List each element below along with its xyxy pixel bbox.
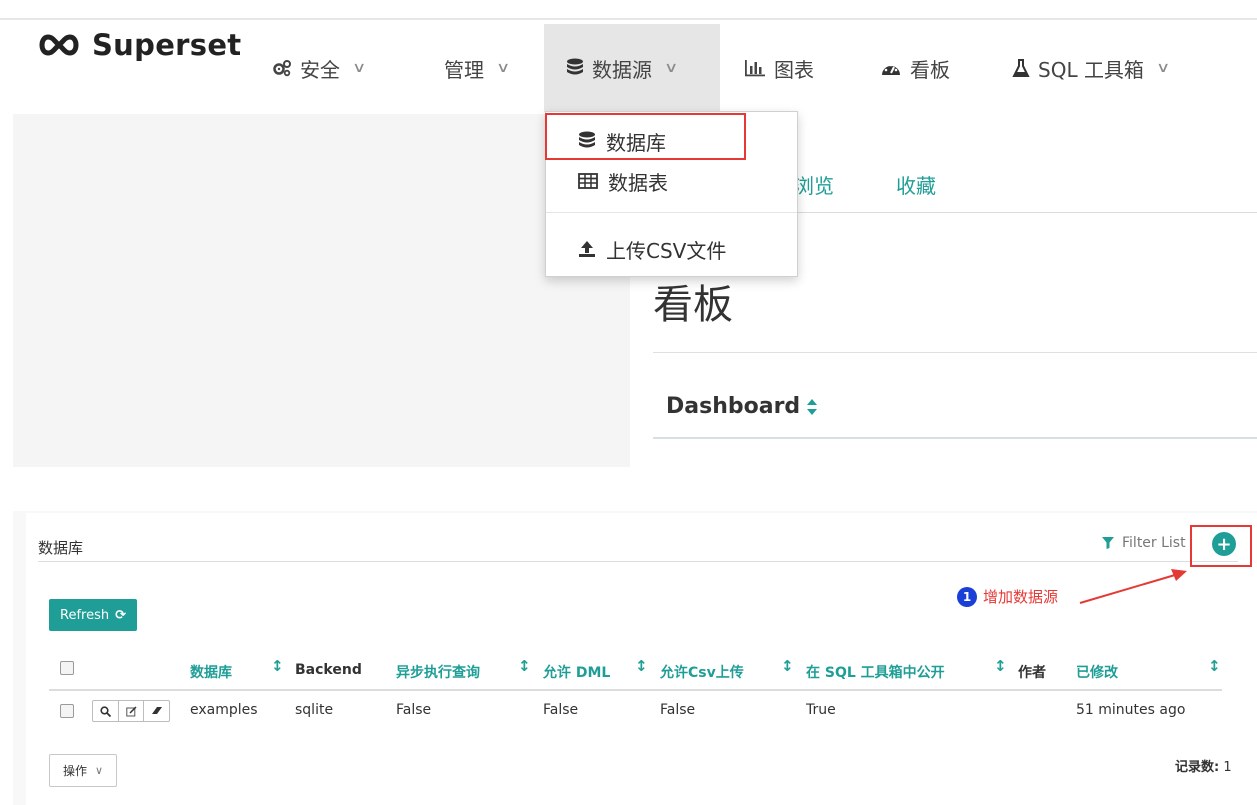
filter-list-button[interactable]: Filter List: [1102, 535, 1186, 551]
tab-favorites[interactable]: 收藏: [896, 170, 936, 199]
view-icon[interactable]: [93, 701, 119, 721]
delete-eraser-icon[interactable]: [144, 701, 169, 721]
cell-async: False: [396, 702, 432, 718]
annotation-text: 增加数据源: [983, 588, 1059, 606]
row-checkbox[interactable]: [60, 704, 74, 718]
column-header-async[interactable]: 异步执行查询: [396, 662, 480, 682]
dashboard-column-header[interactable]: Dashboard: [666, 394, 818, 419]
cell-modified: 51 minutes ago: [1076, 702, 1186, 718]
sort-icon[interactable]: ↕: [1208, 657, 1221, 675]
nav-manage-label: 管理: [444, 57, 484, 82]
annotation-number: 1: [957, 586, 977, 607]
actions-label: 操作: [62, 764, 87, 778]
cell-allow-dml: False: [543, 702, 579, 718]
sort-icon[interactable]: ↕: [635, 657, 648, 675]
chevron-down-icon: ∨: [663, 60, 679, 76]
brand[interactable]: Superset: [36, 28, 241, 62]
background-left-panel: [13, 114, 630, 467]
upload-icon: [579, 241, 595, 257]
filter-list-label: Filter List: [1122, 535, 1186, 551]
tab-browse[interactable]: 浏览: [794, 170, 834, 199]
nav-sqllab[interactable]: SQL 工具箱 ∨: [1012, 24, 1171, 112]
select-all-checkbox[interactable]: [60, 661, 74, 675]
column-header-database[interactable]: 数据库: [190, 662, 232, 682]
column-header-expose-sqllab[interactable]: 在 SQL 工具箱中公开: [806, 662, 945, 682]
filter-icon: [1102, 537, 1114, 549]
highlight-box-databases: [545, 113, 746, 160]
table-icon: [578, 173, 598, 189]
panel-title: 数据库: [38, 539, 84, 557]
sort-icon[interactable]: ↕: [781, 657, 794, 675]
dashboard-column-label: Dashboard: [666, 394, 801, 419]
refresh-button[interactable]: Refresh ⟳: [49, 599, 137, 631]
column-header-modified[interactable]: 已修改: [1076, 662, 1118, 682]
refresh-icon: ⟳: [115, 607, 126, 623]
edit-icon[interactable]: [119, 701, 145, 721]
nav-dashboards-label: 看板: [910, 57, 950, 82]
database-icon: [567, 58, 583, 75]
bar-chart-icon: [745, 60, 765, 77]
nav-security-label: 安全: [300, 57, 340, 82]
record-count: 记录数: 1: [1175, 756, 1232, 775]
dropdown-item-label: 上传CSV文件: [606, 238, 727, 263]
chevron-down-icon: ∨: [495, 60, 511, 76]
dashboard-header-rule: [653, 437, 1257, 439]
table-header-rule: [49, 689, 1222, 691]
chevron-down-icon: ∨: [94, 764, 104, 777]
nav-datasource-label: 数据源: [592, 57, 652, 82]
highlight-box-add: [1190, 525, 1252, 567]
nav-datasource[interactable]: 数据源 ∨: [544, 24, 720, 112]
sort-icon: [807, 398, 818, 415]
column-header-allow-dml[interactable]: 允许 DML: [543, 662, 610, 682]
record-count-value: 1: [1223, 760, 1232, 775]
refresh-label: Refresh: [60, 607, 110, 623]
dropdown-divider: [546, 212, 797, 213]
actions-dropdown-button[interactable]: 操作 ∨: [49, 754, 117, 787]
nav-dashboards[interactable]: 看板: [880, 24, 950, 112]
annotation: 1 增加数据源: [957, 586, 1058, 607]
dropdown-item-label: 数据表: [608, 170, 668, 195]
top-border: [0, 18, 1257, 20]
nav-charts[interactable]: 图表: [744, 24, 814, 112]
sort-icon[interactable]: ↕: [994, 657, 1007, 675]
cell-allow-csv: False: [660, 702, 696, 718]
cell-database: examples: [190, 702, 258, 718]
column-header-backend: Backend: [295, 662, 362, 678]
sort-icon[interactable]: ↕: [271, 657, 284, 675]
cell-backend: sqlite: [295, 702, 334, 718]
panel-title-rule: [38, 561, 1238, 562]
dropdown-item-upload-csv[interactable]: 上传CSV文件: [546, 231, 797, 267]
cogs-icon: [273, 60, 291, 77]
cell-expose-sqllab: True: [806, 702, 836, 718]
annotation-arrow: [1079, 569, 1187, 604]
column-header-author: 作者: [1018, 665, 1046, 681]
nav-security[interactable]: 安全 ∨: [272, 24, 367, 112]
chevron-down-icon: ∨: [351, 60, 367, 76]
chevron-down-icon: ∨: [1155, 60, 1171, 76]
dashboard-gauge-icon: [882, 63, 900, 75]
record-count-label: 记录数:: [1175, 760, 1220, 775]
row-action-buttons: [92, 700, 170, 722]
nav-charts-label: 图表: [774, 57, 814, 82]
nav-manage[interactable]: 管理 ∨: [444, 24, 511, 112]
brand-name: Superset: [92, 28, 242, 62]
column-header-allow-csv[interactable]: 允许Csv上传: [660, 662, 744, 682]
sort-icon[interactable]: ↕: [518, 657, 531, 675]
nav-sqllab-label: SQL 工具箱: [1038, 57, 1144, 82]
dropdown-item-tables[interactable]: 数据表: [546, 163, 797, 199]
flask-icon: [1012, 59, 1030, 77]
page-title: 看板: [653, 282, 733, 328]
superset-logo-icon: [39, 34, 79, 56]
title-divider: [653, 352, 1257, 353]
